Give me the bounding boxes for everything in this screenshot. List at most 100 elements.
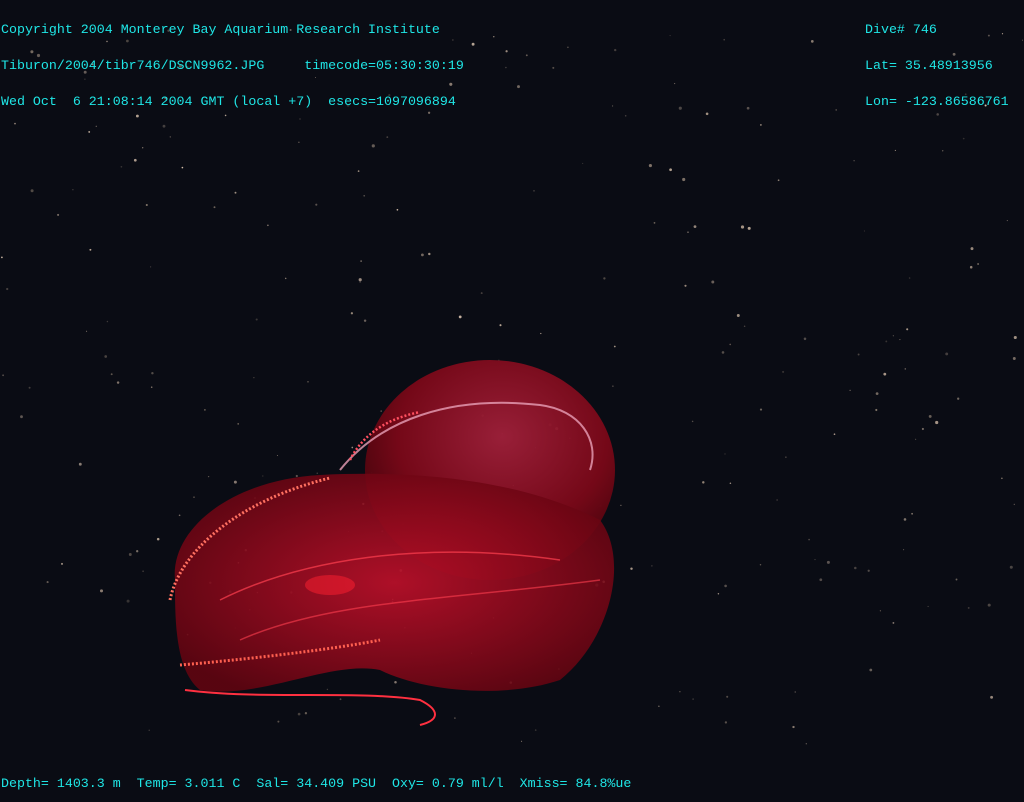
particle [682, 177, 686, 182]
particle [499, 324, 502, 327]
particle [687, 231, 689, 233]
particle [808, 538, 810, 541]
particle [20, 415, 23, 419]
particle [458, 315, 462, 319]
particle [394, 681, 397, 684]
particle [534, 729, 537, 731]
particle [620, 504, 622, 507]
particle [533, 190, 535, 192]
particle [2, 374, 5, 377]
particle [1012, 357, 1016, 360]
particle [903, 518, 907, 521]
particle [304, 712, 308, 715]
particle [691, 420, 694, 423]
particle [150, 386, 153, 389]
particle [729, 343, 731, 346]
particle [110, 373, 113, 376]
particle [726, 695, 729, 698]
particle [759, 564, 762, 566]
particle [892, 621, 895, 624]
particle [552, 66, 555, 69]
longitude: Lon= -123.86586761 [865, 94, 1009, 109]
particle [879, 610, 882, 612]
particle [678, 106, 682, 110]
particle [849, 389, 851, 392]
particle [740, 225, 745, 229]
particle [30, 189, 34, 193]
particle [505, 66, 507, 69]
particle [711, 280, 715, 284]
particle [253, 377, 255, 379]
particle [810, 40, 814, 43]
particle [297, 712, 301, 716]
particle [729, 482, 732, 485]
particle [104, 355, 108, 358]
particle [669, 168, 672, 172]
date-esecs-text: Wed Oct 6 21:08:14 2004 GMT (local +7) e… [1, 94, 456, 109]
particle [911, 512, 913, 515]
particle [359, 281, 361, 283]
particle [86, 330, 88, 332]
particle [78, 462, 82, 466]
particle [480, 292, 483, 295]
particle [794, 691, 796, 693]
particle [120, 165, 123, 168]
particle [142, 147, 144, 149]
particle [116, 381, 120, 384]
particle [945, 352, 949, 356]
particle [826, 560, 830, 564]
particle [1013, 335, 1017, 340]
particle [363, 194, 366, 197]
particle [785, 456, 787, 458]
particle [736, 314, 740, 317]
header-right-overlay: Dive# 746 Lat= 35.48913956 Lon= -123.865… [865, 0, 1009, 120]
particle [724, 584, 727, 588]
particle [908, 277, 911, 279]
copyright-text: Copyright 2004 Monterey Bay Aquarium Res… [1, 22, 440, 37]
particle [46, 581, 49, 584]
particle [471, 42, 475, 46]
particle [193, 496, 195, 498]
sensor-values: Depth= 1403.3 m Temp= 3.011 C Sal= 34.40… [1, 776, 632, 791]
header-left-overlay: Copyright 2004 Monterey Bay Aquarium Res… [1, 0, 464, 120]
particle [136, 550, 139, 553]
particle [298, 141, 300, 143]
particle [648, 164, 652, 168]
particle [89, 248, 92, 251]
particle [814, 559, 816, 561]
particle [57, 213, 60, 216]
particle [582, 162, 584, 164]
particle [805, 743, 807, 745]
particle [723, 38, 725, 41]
particle [517, 85, 520, 89]
particle [315, 203, 318, 206]
particle [990, 695, 994, 699]
particle [350, 312, 354, 315]
particle [284, 277, 287, 280]
particle [957, 397, 960, 400]
particle [614, 48, 617, 52]
particle [295, 474, 298, 478]
particle [819, 578, 823, 582]
particle [454, 717, 456, 719]
particle [894, 149, 896, 151]
particle [234, 191, 237, 194]
particle [428, 252, 431, 256]
particle [915, 438, 917, 440]
particle [493, 36, 495, 38]
particle [126, 599, 130, 603]
particle [883, 372, 887, 376]
particle [145, 203, 148, 207]
particle [6, 287, 9, 291]
particle [702, 481, 705, 484]
particle [128, 553, 132, 556]
particle [307, 380, 309, 383]
particle [835, 109, 838, 111]
particle [380, 410, 382, 412]
particle [935, 420, 939, 425]
particle [386, 136, 389, 139]
particle [717, 593, 720, 595]
file-timecode-text: Tiburon/2004/tibr746/DSCN9962.JPG timeco… [1, 58, 464, 73]
particle [421, 253, 424, 257]
particle [977, 263, 980, 265]
